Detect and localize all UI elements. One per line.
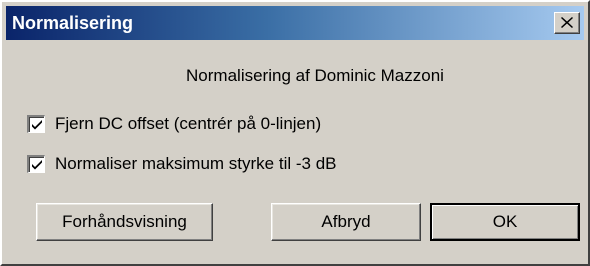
preview-button[interactable]: Forhåndsvisning — [36, 203, 213, 241]
normalize-max-label: Normaliser maksimum styrke til -3 dB — [55, 154, 337, 173]
normalize-max-option[interactable]: Normaliser maksimum styrke til -3 dB — [27, 154, 337, 174]
normalize-max-checkbox[interactable] — [27, 155, 45, 173]
remove-dc-offset-option[interactable]: Fjern DC offset (centrér på 0-linjen) — [27, 114, 321, 134]
dialog-heading: Normalisering af Dominic Mazzoni — [186, 66, 444, 85]
checkmark-icon — [31, 120, 42, 130]
remove-dc-offset-label: Fjern DC offset (centrér på 0-linjen) — [55, 114, 322, 133]
title-bar[interactable]: Normalisering — [6, 6, 584, 40]
close-button[interactable] — [554, 12, 580, 34]
window-title: Normalisering — [12, 12, 134, 33]
cancel-button[interactable]: Afbryd — [271, 203, 421, 241]
remove-dc-offset-checkbox[interactable] — [27, 115, 45, 133]
normalize-dialog: Normalisering Normalisering af Dominic M… — [0, 0, 590, 266]
ok-button[interactable]: OK — [430, 203, 580, 241]
close-icon — [561, 15, 573, 32]
checkmark-icon — [31, 160, 42, 170]
